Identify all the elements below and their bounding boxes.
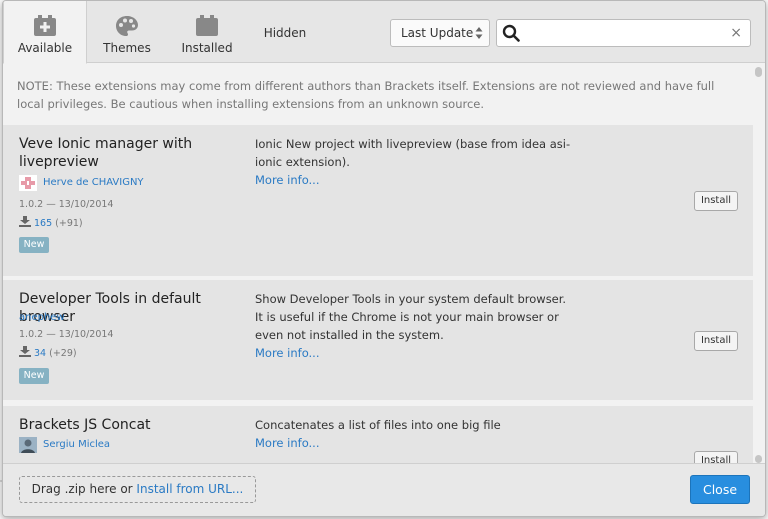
extension-list: Veve Ionic manager with livepreview Herv… bbox=[3, 125, 753, 463]
tab-installed[interactable]: Installed bbox=[167, 1, 247, 63]
stack-icon bbox=[196, 15, 218, 36]
tab-hidden[interactable]: Hidden bbox=[247, 1, 323, 63]
plus-box-icon bbox=[34, 15, 56, 36]
tab-hidden-label: Hidden bbox=[263, 26, 307, 40]
version-date: 1.0.2 — 13/10/2014 bbox=[19, 199, 114, 210]
more-info-link[interactable]: More info... bbox=[255, 344, 575, 362]
new-badge: New bbox=[19, 368, 49, 384]
scrollbar-thumb[interactable] bbox=[755, 67, 762, 77]
extension-name: Veve Ionic manager with livepreview bbox=[19, 136, 193, 170]
dialog-footer: Drag .zip here or Install from URL... Cl… bbox=[3, 463, 765, 516]
extension-description: Concatenates a list of files into one bi… bbox=[255, 416, 575, 452]
install-button[interactable]: Install bbox=[694, 451, 738, 463]
author-name: Sergiu Miclea bbox=[43, 439, 111, 450]
tab-available[interactable]: Available bbox=[3, 1, 87, 64]
tab-themes-label: Themes bbox=[103, 41, 151, 55]
avatar bbox=[19, 437, 37, 453]
clear-search-icon[interactable]: × bbox=[730, 25, 742, 41]
tab-available-label: Available bbox=[17, 41, 73, 55]
updown-arrows-icon bbox=[475, 27, 483, 39]
more-info-link[interactable]: More info... bbox=[255, 434, 575, 452]
sort-select-value: Last Update bbox=[401, 26, 474, 40]
extension-name: Brackets JS Concat bbox=[19, 417, 151, 433]
install-button[interactable]: Install bbox=[694, 331, 738, 351]
download-icon bbox=[19, 346, 31, 357]
extension-author[interactable]: anephew bbox=[19, 310, 65, 326]
extension-manager-dialog: Available Themes Installed Hidden Last U… bbox=[2, 0, 766, 517]
scrollbar-end bbox=[755, 455, 762, 463]
extension-row: Veve Ionic manager with livepreview Herv… bbox=[3, 125, 753, 276]
author-name: Herve de CHAVIGNY bbox=[43, 177, 144, 188]
extension-description: Ionic New project with livepreview (base… bbox=[255, 135, 575, 189]
sort-select[interactable]: Last Update bbox=[390, 19, 490, 47]
avatar bbox=[19, 175, 37, 191]
new-badge: New bbox=[19, 237, 49, 253]
download-count: 34 (+29) bbox=[19, 346, 77, 359]
zip-drop-zone[interactable]: Drag .zip here or Install from URL... bbox=[19, 476, 256, 503]
palette-icon bbox=[116, 16, 138, 36]
search-box[interactable]: × bbox=[496, 19, 751, 47]
close-button[interactable]: Close bbox=[690, 475, 750, 504]
extension-row: Developer Tools in default browser aneph… bbox=[3, 280, 753, 400]
search-input[interactable] bbox=[523, 22, 723, 44]
more-info-link[interactable]: More info... bbox=[255, 171, 575, 189]
download-count: 165 (+91) bbox=[19, 216, 83, 229]
extension-author[interactable]: Sergiu Miclea bbox=[19, 437, 110, 453]
tab-installed-label: Installed bbox=[181, 41, 233, 55]
extension-row: Brackets JS Concat Sergiu Miclea Concate… bbox=[3, 406, 753, 463]
extension-author[interactable]: Herve de CHAVIGNY bbox=[19, 175, 144, 191]
extension-description: Show Developer Tools in your system defa… bbox=[255, 290, 575, 362]
security-notice: NOTE: These extensions may come from dif… bbox=[17, 79, 715, 111]
tab-themes[interactable]: Themes bbox=[87, 1, 167, 63]
version-date: 1.0.2 — 13/10/2014 bbox=[19, 329, 114, 340]
dialog-header: Available Themes Installed Hidden Last U… bbox=[3, 1, 765, 64]
install-from-url-link[interactable]: Install from URL... bbox=[136, 482, 243, 496]
download-icon bbox=[19, 216, 31, 227]
list-scrollbar[interactable] bbox=[754, 65, 763, 463]
install-button[interactable]: Install bbox=[694, 191, 738, 211]
search-icon bbox=[502, 24, 520, 42]
